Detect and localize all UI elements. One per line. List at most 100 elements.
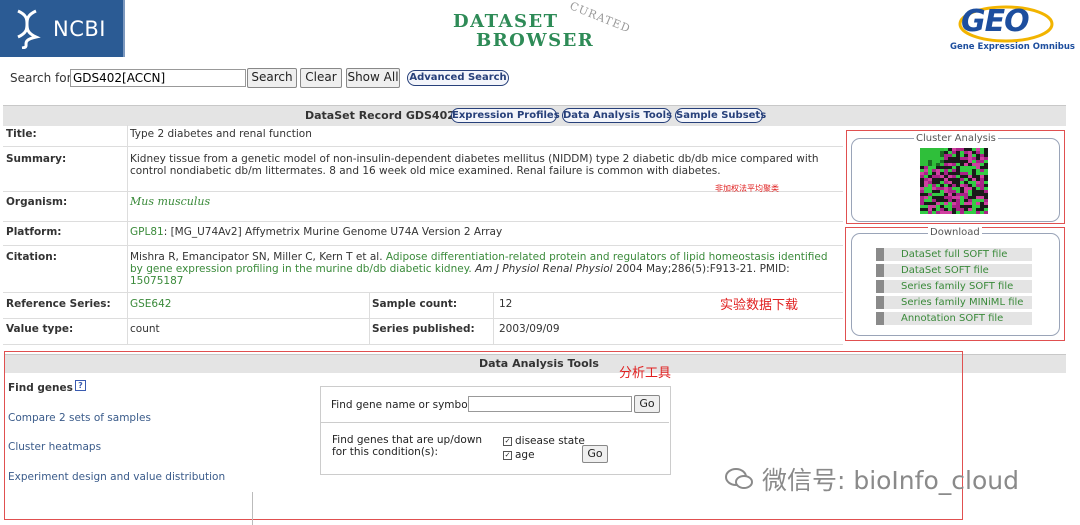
heatmap-cell <box>948 163 952 166</box>
find-genes-label[interactable]: Find genes <box>8 382 73 394</box>
heatmap-cell <box>940 187 944 190</box>
heatmap-cell <box>924 196 928 199</box>
help-icon[interactable]: ? <box>75 380 86 391</box>
heatmap-cell <box>980 178 984 181</box>
show-all-button[interactable]: Show All <box>346 68 400 88</box>
heatmap-cell <box>984 196 988 199</box>
heatmap-cell <box>944 193 948 196</box>
clear-button[interactable]: Clear <box>300 68 342 88</box>
heatmap-cell <box>940 199 944 202</box>
heatmap-cell <box>952 211 956 214</box>
heatmap-cell <box>956 184 960 187</box>
citation-journal: Am J Physiol Renal Physiol <box>475 263 613 275</box>
pmid-link[interactable]: 15075187 <box>130 275 183 287</box>
heatmap-cell <box>948 172 952 175</box>
heatmap-cell <box>972 187 976 190</box>
heatmap-cell <box>940 193 944 196</box>
ncbi-logo[interactable]: NCBI <box>0 0 125 57</box>
heatmap-cell <box>932 196 936 199</box>
heatmap-cell <box>964 169 968 172</box>
heatmap-cell <box>968 157 972 160</box>
heatmap-cell <box>920 169 924 172</box>
heatmap-cell <box>932 163 936 166</box>
heatmap-cell <box>964 178 968 181</box>
heatmap-cell <box>944 172 948 175</box>
download-series-family-miniml[interactable]: Series family MINiML file <box>876 296 1032 309</box>
heatmap-cell <box>944 205 948 208</box>
gene-name-input[interactable] <box>468 396 632 412</box>
heatmap-cell <box>980 190 984 193</box>
heatmap-cell <box>976 157 980 160</box>
heatmap-cell <box>920 172 924 175</box>
heatmap-cell <box>984 154 988 157</box>
heatmap-cell <box>932 160 936 163</box>
heatmap-cell <box>932 148 936 151</box>
experiment-design-link[interactable]: Experiment design and value distribution <box>8 471 225 483</box>
cluster-heatmap-thumbnail[interactable] <box>920 148 988 214</box>
download-annotation-soft[interactable]: Annotation SOFT file <box>876 312 1032 325</box>
advanced-search-button[interactable]: Advanced Search <box>407 70 509 86</box>
heatmap-cell <box>972 190 976 193</box>
heatmap-cell <box>960 181 964 184</box>
heatmap-cell <box>924 148 928 151</box>
heatmap-cell <box>972 205 976 208</box>
gene-name-go-button[interactable]: Go <box>634 395 660 413</box>
heatmap-cell <box>936 211 940 214</box>
heatmap-cell <box>932 178 936 181</box>
heatmap-cell <box>936 196 940 199</box>
organism-link[interactable]: Mus musculus <box>130 196 210 208</box>
heatmap-cell <box>924 205 928 208</box>
heatmap-cell <box>924 199 928 202</box>
heatmap-cell <box>940 157 944 160</box>
heatmap-cell <box>980 175 984 178</box>
heatmap-cell <box>964 202 968 205</box>
heatmap-cell <box>952 196 956 199</box>
download-dataset-full-soft[interactable]: DataSet full SOFT file <box>876 248 1032 261</box>
search-button[interactable]: Search <box>247 68 297 88</box>
search-label: Search for <box>10 71 72 85</box>
age-checkbox[interactable]: ✓ <box>503 451 512 460</box>
ref-series-link[interactable]: GSE642 <box>130 298 171 310</box>
heatmap-cell <box>976 181 980 184</box>
data-analysis-tools-link[interactable]: Data Analysis Tools <box>562 108 672 123</box>
heatmap-cell <box>956 187 960 190</box>
heatmap-cell <box>948 211 952 214</box>
heatmap-cell <box>956 163 960 166</box>
row-divider <box>3 221 843 222</box>
search-input[interactable] <box>70 69 246 87</box>
heatmap-cell <box>976 172 980 175</box>
cluster-heatmaps-link[interactable]: Cluster heatmaps <box>8 441 101 453</box>
heatmap-cell <box>940 175 944 178</box>
geo-logo[interactable]: GEO Gene Expression Omnibus <box>946 4 1075 54</box>
record-title: DataSet Record GDS402: <box>305 109 460 122</box>
row-divider <box>3 292 843 293</box>
heatmap-cell <box>980 193 984 196</box>
sample-subsets-link[interactable]: Sample Subsets <box>675 108 766 123</box>
heatmap-cell <box>968 181 972 184</box>
download-series-family-soft[interactable]: Series family SOFT file <box>876 280 1032 293</box>
heatmap-cell <box>940 163 944 166</box>
heatmap-cell <box>928 151 932 154</box>
citation-value: Mishra R, Emancipator SN, Miller C, Kern… <box>130 251 830 287</box>
disease-state-checkbox[interactable]: ✓ <box>503 437 512 446</box>
heatmap-cell <box>932 190 936 193</box>
heatmap-cell <box>952 205 956 208</box>
heatmap-cell <box>960 175 964 178</box>
heatmap-cell <box>972 151 976 154</box>
download-dataset-soft[interactable]: DataSet SOFT file <box>876 264 1032 277</box>
heatmap-cell <box>956 208 960 211</box>
compare-samples-link[interactable]: Compare 2 sets of samples <box>8 412 151 424</box>
expression-profiles-link[interactable]: Expression Profiles <box>451 108 560 123</box>
heatmap-cell <box>948 202 952 205</box>
heatmap-cell <box>944 184 948 187</box>
platform-link[interactable]: GPL81 <box>130 226 164 238</box>
heatmap-cell <box>948 184 952 187</box>
heatmap-cell <box>952 184 956 187</box>
row-divider <box>3 245 843 246</box>
heatmap-cell <box>972 154 976 157</box>
condition-go-button[interactable]: Go <box>582 445 608 463</box>
heatmap-cell <box>936 208 940 211</box>
heatmap-cell <box>984 199 988 202</box>
heatmap-cell <box>924 163 928 166</box>
heatmap-cell <box>980 199 984 202</box>
